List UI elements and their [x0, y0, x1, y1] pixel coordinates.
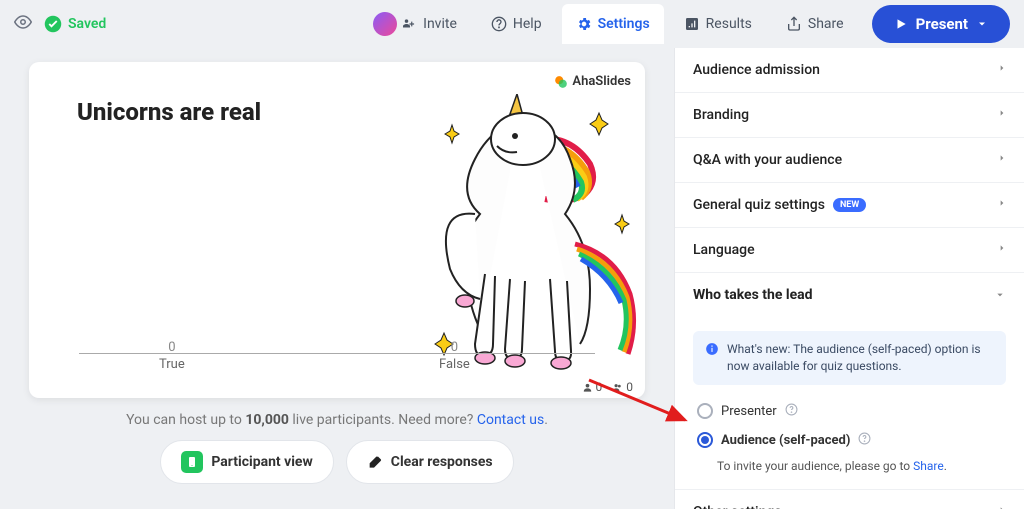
settings-sidebar: Audience admission Branding Q&A with you… [674, 48, 1024, 509]
caret-down-icon [976, 18, 988, 30]
sidebar-qna[interactable]: Q&A with your audience [675, 138, 1024, 183]
people-value: 0 [626, 380, 633, 394]
new-badge: NEW [833, 198, 866, 212]
tab-results[interactable]: Results [670, 4, 766, 44]
invite-user-icon [403, 17, 417, 31]
host-prefix: You can host up to [126, 412, 245, 428]
radio-icon [697, 403, 713, 419]
chart-col-false: 0 False [439, 340, 470, 372]
settings-label: Settings [598, 16, 650, 32]
participant-view-label: Participant view [211, 454, 312, 470]
help-button[interactable]: Help [477, 4, 556, 44]
host-count: 10,000 [245, 412, 289, 428]
brand-text: AhaSlides [572, 74, 631, 89]
topbar: Saved Invite Help Settings Results Share… [0, 0, 1024, 48]
results-icon [684, 16, 700, 32]
invite-help-text: To invite your audience, please go to Sh… [717, 459, 1006, 473]
participant-view-button[interactable]: Participant view [160, 440, 333, 484]
who-leads-expanded: What's new: The audience (self-paced) op… [675, 317, 1024, 490]
label-branding: Branding [693, 107, 749, 123]
play-icon [894, 17, 908, 31]
chevron-right-icon [998, 197, 1006, 213]
eraser-icon [367, 454, 383, 470]
action-row: Participant view Clear responses [160, 440, 513, 484]
phone-icon [181, 451, 203, 473]
info-text: What's new: The audience (self-paced) op… [727, 341, 994, 375]
help-circle-icon[interactable] [858, 432, 871, 449]
caret-down-icon [994, 287, 1006, 303]
invite-label: Invite [423, 16, 457, 32]
slide-title: Unicorns are real [77, 98, 261, 126]
share-link[interactable]: Share [913, 459, 944, 473]
votes-stat: 0 [582, 380, 603, 394]
people-stat: 0 [612, 380, 633, 394]
check-circle-icon [44, 15, 62, 33]
radio-icon-selected [697, 432, 713, 448]
sidebar-audience-admission[interactable]: Audience admission [675, 48, 1024, 93]
gear-icon [576, 16, 592, 32]
results-label: Results [706, 16, 752, 32]
slide-brand: AhaSlides [554, 74, 631, 89]
saved-label: Saved [68, 16, 106, 32]
invite-prefix: To invite your audience, please go to [717, 459, 913, 473]
help-icon [491, 16, 507, 32]
help-label: Help [513, 16, 542, 32]
radio-audience[interactable]: Audience (self-paced) [693, 426, 1006, 455]
slide-card[interactable]: AhaSlides Unicorns are real [29, 62, 645, 398]
host-middle: live participants. Need more? [289, 412, 477, 428]
canvas-area: AhaSlides Unicorns are real [0, 48, 674, 509]
votes-value: 0 [596, 380, 603, 394]
label-other: Other settings [693, 504, 782, 509]
people-icon [612, 382, 623, 393]
tab-settings[interactable]: Settings [562, 4, 664, 44]
info-icon [705, 342, 719, 375]
sidebar-who-leads[interactable]: Who takes the lead [675, 273, 1024, 317]
clear-responses-label: Clear responses [391, 454, 493, 470]
saved-status: Saved [44, 15, 106, 33]
label-true: True [159, 357, 185, 372]
label-qna: Q&A with your audience [693, 152, 842, 168]
bar-chart: 0 True 0 False [79, 332, 595, 372]
preview-eye-icon[interactable] [14, 13, 32, 35]
label-language: Language [693, 242, 755, 258]
chevron-right-icon [998, 152, 1006, 168]
share-icon [786, 16, 802, 32]
invite-button[interactable]: Invite [359, 4, 471, 44]
share-label: Share [808, 16, 844, 32]
sidebar-branding[interactable]: Branding [675, 93, 1024, 138]
tab-share[interactable]: Share [772, 4, 858, 44]
val-true: 0 [159, 340, 185, 355]
info-box: What's new: The audience (self-paced) op… [693, 331, 1006, 385]
avatar [373, 12, 397, 36]
host-info-text: You can host up to 10,000 live participa… [126, 412, 548, 428]
vote-icon [582, 382, 593, 393]
brand-logo-icon [554, 75, 568, 89]
label-false: False [439, 357, 470, 372]
chevron-right-icon [998, 107, 1006, 123]
help-circle-icon[interactable] [785, 403, 798, 420]
radio-presenter[interactable]: Presenter [693, 397, 1006, 426]
topbar-right: Invite Help Settings Results Share Prese… [359, 4, 1010, 44]
clear-responses-button[interactable]: Clear responses [346, 440, 514, 484]
chevron-right-icon [998, 62, 1006, 78]
radio-audience-label: Audience (self-paced) [721, 433, 850, 448]
val-false: 0 [439, 340, 470, 355]
chart-baseline [79, 353, 595, 354]
present-label: Present [916, 15, 968, 33]
label-who-leads: Who takes the lead [693, 287, 813, 303]
chevron-right-icon [998, 504, 1006, 509]
present-button[interactable]: Present [872, 5, 1010, 43]
label-admission: Audience admission [693, 62, 820, 78]
main-area: AhaSlides Unicorns are real [0, 48, 1024, 509]
radio-presenter-label: Presenter [721, 404, 777, 419]
sidebar-language[interactable]: Language [675, 228, 1024, 273]
sidebar-general-quiz[interactable]: General quiz settings NEW [675, 183, 1024, 228]
contact-link[interactable]: Contact us [477, 412, 544, 428]
chart-col-true: 0 True [159, 340, 185, 372]
label-general-quiz: General quiz settings [693, 197, 825, 213]
slide-stats: 0 0 [582, 380, 634, 394]
topbar-left: Saved [14, 13, 106, 35]
sidebar-other-settings[interactable]: Other settings [675, 490, 1024, 509]
chevron-right-icon [998, 242, 1006, 258]
